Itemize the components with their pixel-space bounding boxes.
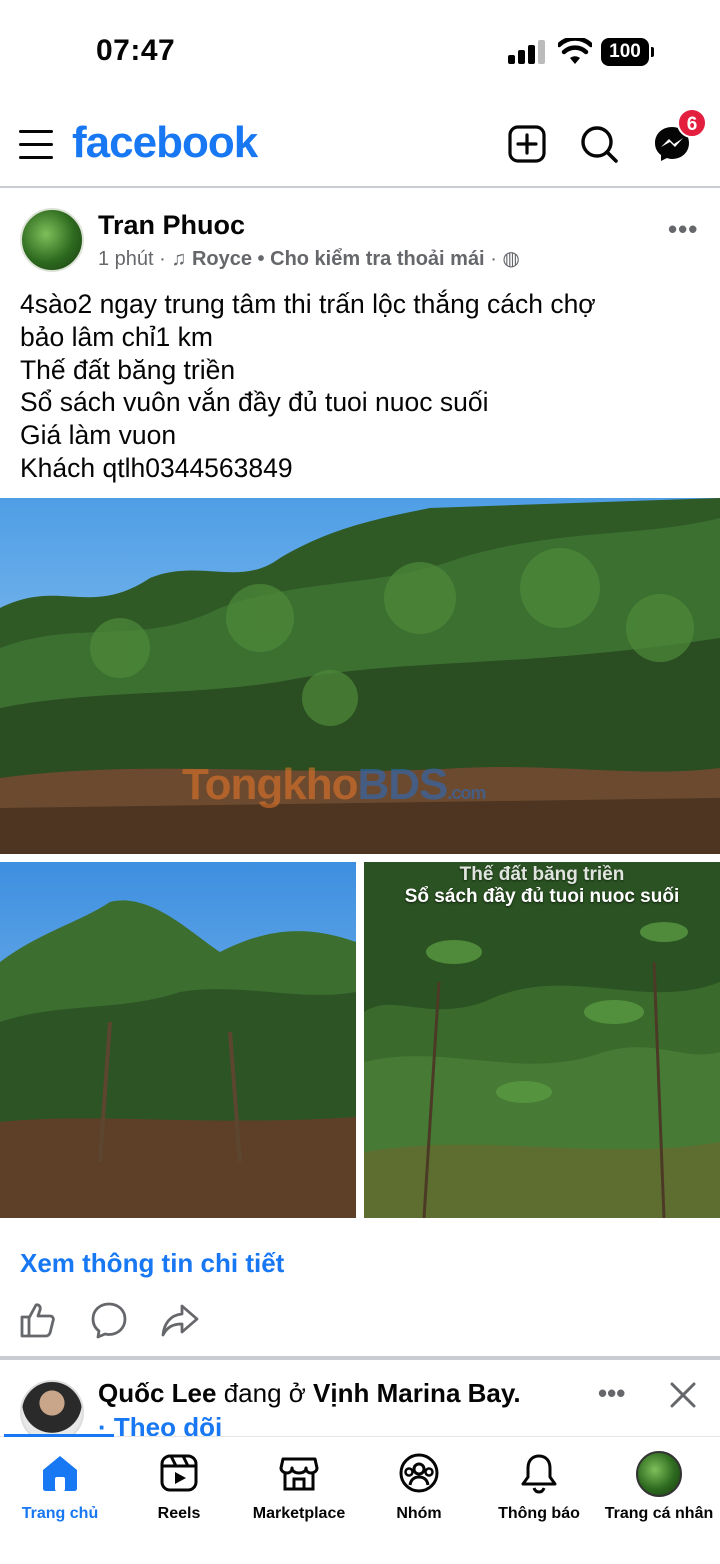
post-photo-main[interactable]: TongkhoBDS.com	[0, 498, 720, 854]
signal-icon	[508, 40, 548, 64]
menu-icon[interactable]	[19, 130, 53, 159]
music-song[interactable]: Cho kiểm tra thoải mái	[270, 248, 485, 270]
watermark-part: .com	[447, 783, 486, 803]
post-meta: 1 phút · ♫ Royce • Cho kiểm tra thoải má…	[98, 246, 520, 271]
bell-icon	[521, 1454, 557, 1494]
facebook-logo[interactable]: facebook	[72, 118, 258, 168]
nav-profile-label: Trang cá nhân	[604, 1505, 714, 1522]
post-text-line: Thế đất băng triền	[20, 354, 236, 385]
watermark: TongkhoBDS.com	[182, 760, 486, 810]
home-icon	[43, 1456, 77, 1491]
post-header: Tran Phuoc 1 phút · ♫ Royce • Cho kiểm t…	[0, 206, 720, 278]
post-author[interactable]: Tran Phuoc	[98, 210, 245, 241]
post-actions	[0, 1300, 720, 1344]
post-text-line: Khách qtlh0344563849	[20, 452, 293, 483]
share-icon[interactable]	[160, 1300, 200, 1340]
nav-marketplace-label: Marketplace	[252, 1505, 346, 1522]
watermark-part: Tongkho	[182, 760, 358, 809]
nav-groups[interactable]: Nhóm	[359, 1451, 479, 1541]
next-post-more-icon[interactable]: •••	[598, 1378, 625, 1409]
next-post-header: Quốc Lee đang ở Vịnh Marina Bay. · Theo …	[0, 1360, 720, 1440]
create-post-icon[interactable]	[507, 124, 547, 164]
music-artist[interactable]: Royce	[192, 248, 252, 270]
post-photo-left[interactable]	[0, 862, 356, 1218]
music-dot: •	[257, 248, 265, 270]
status-time: 07:47	[96, 34, 176, 67]
photo-caption-line: Sổ sách đầy đủ tuoi nuoc suối	[404, 886, 680, 907]
author-avatar[interactable]	[20, 208, 84, 272]
watermark-part: BDS	[357, 760, 448, 809]
next-post-avatar[interactable]	[20, 1380, 84, 1440]
comment-icon[interactable]	[89, 1300, 129, 1340]
public-globe-icon: ◍	[502, 248, 520, 270]
search-icon[interactable]	[579, 124, 619, 164]
active-tab-indicator	[4, 1434, 114, 1437]
nav-profile[interactable]: Trang cá nhân	[599, 1451, 719, 1541]
photo-caption-line: Thế đất băng triền	[459, 864, 625, 885]
nav-reels[interactable]: Reels	[119, 1451, 239, 1541]
photo-caption: Thế đất băng triền Sổ sách đầy đủ tuoi n…	[364, 864, 720, 908]
battery-indicator: 100	[601, 38, 654, 66]
music-note-icon: ♫	[171, 248, 187, 270]
like-icon[interactable]	[18, 1300, 58, 1340]
reels-icon	[160, 1454, 198, 1492]
nav-home-label: Trang chủ	[21, 1505, 99, 1522]
close-icon[interactable]	[668, 1380, 698, 1410]
see-details-link[interactable]: Xem thông tin chi tiết	[20, 1248, 284, 1279]
bottom-navigation: Trang chủ Reels Marketplace Nhóm Thông b…	[0, 1434, 720, 1564]
post-time[interactable]: 1 phút	[98, 248, 154, 270]
coffee-trees-image	[0, 862, 356, 1218]
post-text-line: 4sào2 ngay trung tâm thi trấn lộc thắng …	[20, 289, 596, 319]
meta-separator-2: ·	[490, 248, 503, 270]
coffee-plants-image	[364, 862, 720, 1218]
next-post-author[interactable]: Quốc Lee	[98, 1378, 216, 1408]
post-more-options-icon[interactable]: •••	[668, 214, 698, 245]
app-header: facebook 6	[0, 100, 720, 188]
nav-reels-label: Reels	[157, 1505, 201, 1522]
next-post-mid: đang ở	[216, 1378, 314, 1408]
meta-separator: ·	[159, 248, 172, 270]
status-bar: 07:47 100	[0, 0, 720, 100]
nav-notifications[interactable]: Thông báo	[479, 1451, 599, 1541]
post-body: 4sào2 ngay trung tâm thi trấn lộc thắng …	[20, 288, 710, 485]
post-photo-right[interactable]: Thế đất băng triền Sổ sách đầy đủ tuoi n…	[364, 862, 720, 1218]
messenger-badge: 6	[677, 108, 707, 138]
groups-icon	[399, 1453, 439, 1493]
next-post-place[interactable]: Vịnh Marina Bay.	[313, 1378, 521, 1408]
nav-notifications-label: Thông báo	[498, 1505, 580, 1522]
wifi-icon	[558, 38, 592, 64]
post-text-line: bảo lâm chỉ1 km	[20, 321, 213, 352]
nav-marketplace[interactable]: Marketplace	[239, 1451, 359, 1541]
nav-groups-label: Nhóm	[396, 1505, 442, 1522]
profile-avatar	[636, 1451, 682, 1497]
post-text-line: Giá làm vuon	[20, 420, 177, 451]
post-text-line: Sổ sách vuôn vắn đầy đủ tuoi nuoc suối	[20, 387, 489, 418]
next-post-title: Quốc Lee đang ở Vịnh Marina Bay.	[98, 1378, 521, 1409]
marketplace-icon	[279, 1457, 319, 1491]
nav-home[interactable]: Trang chủ	[0, 1451, 120, 1541]
